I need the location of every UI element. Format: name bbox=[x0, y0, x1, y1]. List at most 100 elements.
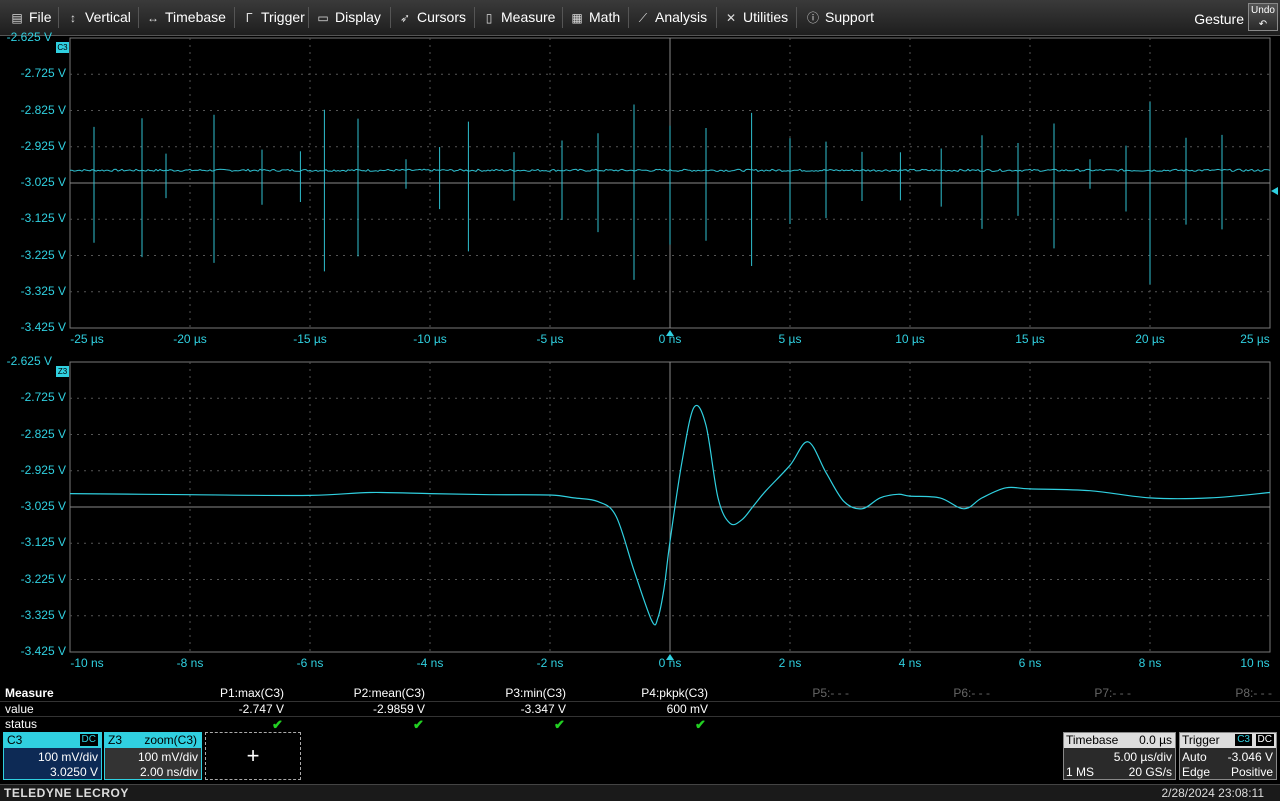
x-tick-label: -15 µs bbox=[293, 332, 327, 346]
status-ok-icon: ✔ bbox=[695, 717, 706, 732]
y-tick-label: -3.025 V bbox=[20, 175, 66, 189]
measure-value-label: value bbox=[5, 702, 34, 716]
measure-table: Measure P1:max(C3) P2:mean(C3) P3:min(C3… bbox=[0, 686, 1280, 732]
x-tick-label: -6 ns bbox=[296, 656, 324, 670]
descriptor-z3-source: zoom(C3) bbox=[144, 733, 197, 747]
measure-value-2: -2.9859 V bbox=[372, 702, 425, 716]
x-tick-label: 4 ns bbox=[898, 656, 922, 670]
y-tick-label: -2.925 V bbox=[20, 138, 66, 153]
measure-param-5[interactable]: P5:- - - bbox=[812, 686, 849, 701]
timebase-delay: 0.0 µs bbox=[1139, 733, 1172, 747]
trigger-type: Edge bbox=[1182, 765, 1211, 779]
timebase-points: 1 MS bbox=[1066, 765, 1095, 779]
trace-c3-spikes bbox=[93, 101, 1223, 285]
x-tick-label: 25 µs bbox=[1240, 332, 1270, 346]
y-tick-label: -2.725 V bbox=[20, 390, 66, 405]
y-tick-label: -2.825 V bbox=[20, 102, 66, 117]
x-tick-label: 8 ns bbox=[1138, 656, 1162, 670]
y-tick-label: -3.125 V bbox=[20, 211, 66, 226]
measure-status-row: status ✔ ✔ ✔ ✔ bbox=[0, 716, 1280, 732]
brand-logo: TELEDYNE LECROY bbox=[4, 786, 129, 800]
waveform-display[interactable] bbox=[0, 0, 1280, 800]
trigger-mode: Auto bbox=[1182, 750, 1207, 764]
timebase-descriptor[interactable]: Timebase 0.0 µs 5.00 µs/div 1 MS 20 GS/s bbox=[1063, 732, 1176, 780]
x-tick-label: 6 ns bbox=[1018, 656, 1042, 670]
measure-param-3[interactable]: P3:min(C3) bbox=[505, 686, 566, 701]
x-tick-label: -5 µs bbox=[536, 332, 564, 346]
x-tick-label: -25 µs bbox=[70, 332, 104, 346]
descriptor-z3-vdiv: 100 mV/div bbox=[137, 750, 198, 764]
trigger-level: -3.046 V bbox=[1227, 750, 1273, 764]
descriptor-c3-header: C3 DC bbox=[4, 733, 101, 748]
x-tick-label: -20 µs bbox=[173, 332, 207, 346]
trigger-descriptor[interactable]: Trigger C3 DC Auto -3.046 V Edge Positiv… bbox=[1179, 732, 1277, 780]
descriptor-c3-offset: 3.0250 V bbox=[49, 765, 98, 779]
x-tick-label: -10 ns bbox=[70, 656, 104, 670]
timebase-tdiv: 5.00 µs/div bbox=[1113, 750, 1172, 764]
measure-title: Measure bbox=[5, 686, 54, 700]
x-tick-label: 15 µs bbox=[1015, 332, 1045, 346]
trigger-level-marker[interactable] bbox=[1271, 187, 1278, 195]
descriptor-c3-coupling: DC bbox=[79, 734, 98, 746]
measure-header-row: Measure P1:max(C3) P2:mean(C3) P3:min(C3… bbox=[0, 686, 1280, 701]
descriptor-z3-name: Z3 bbox=[108, 733, 123, 747]
measure-param-7[interactable]: P7:- - - bbox=[1094, 686, 1131, 701]
measure-param-2[interactable]: P2:mean(C3) bbox=[354, 686, 425, 701]
timebase-acq-row: 1 MS 20 GS/s bbox=[1064, 765, 1175, 780]
x-tick-label: 10 ns bbox=[1240, 656, 1270, 670]
measure-value-1: -2.747 V bbox=[238, 702, 284, 716]
trigger-slope: Positive bbox=[1230, 765, 1273, 779]
measure-value-3: -3.347 V bbox=[520, 702, 566, 716]
x-tick-label: 10 µs bbox=[895, 332, 925, 346]
y-tick-label: -2.625 V bbox=[6, 30, 52, 44]
measure-param-8[interactable]: P8:- - - bbox=[1235, 686, 1272, 701]
descriptor-c3-name: C3 bbox=[7, 733, 23, 747]
y-tick-label: -3.225 V bbox=[20, 247, 66, 262]
status-ok-icon: ✔ bbox=[413, 717, 424, 732]
status-ok-icon: ✔ bbox=[272, 717, 283, 732]
y-tick-label: -3.425 V bbox=[20, 644, 66, 658]
measure-param-6[interactable]: P6:- - - bbox=[953, 686, 990, 701]
y-tick-label: -3.125 V bbox=[20, 535, 66, 550]
y-tick-label: -3.225 V bbox=[20, 571, 66, 586]
trigger-title: Trigger bbox=[1182, 733, 1220, 747]
descriptor-z3-header: Z3 zoom(C3) bbox=[105, 733, 201, 748]
measure-value-row: value -2.747 V -2.9859 V -3.347 V 600 mV bbox=[0, 701, 1280, 717]
measure-param-4[interactable]: P4:pkpk(C3) bbox=[641, 686, 708, 701]
y-tick-label: -2.625 V bbox=[6, 354, 52, 368]
descriptor-c3-vdiv: 100 mV/div bbox=[37, 750, 98, 764]
timebase-header: Timebase 0.0 µs bbox=[1064, 733, 1175, 748]
channel-tag-z3[interactable]: Z3 bbox=[56, 366, 69, 377]
y-tick-label: -3.025 V bbox=[20, 499, 66, 513]
timebase-title: Timebase bbox=[1066, 733, 1119, 747]
trigger-coupling: DC bbox=[1255, 734, 1274, 746]
descriptor-z3[interactable]: Z3 zoom(C3) 100 mV/div 2.00 ns/div bbox=[104, 732, 202, 780]
measure-param-1[interactable]: P1:max(C3) bbox=[220, 686, 284, 701]
x-tick-label: -4 ns bbox=[416, 656, 444, 670]
status-footer: TELEDYNE LECROY 2/28/2024 23:08:11 bbox=[0, 784, 1280, 801]
channel-tag-c3[interactable]: C3 bbox=[56, 42, 69, 53]
plus-icon: + bbox=[246, 743, 260, 768]
trigger-header: Trigger C3 DC bbox=[1180, 733, 1276, 748]
x-tick-label: 0 ns bbox=[658, 656, 682, 670]
x-tick-label: 2 ns bbox=[778, 656, 802, 670]
y-tick-label: -3.425 V bbox=[20, 320, 66, 334]
x-tick-label: -10 µs bbox=[413, 332, 447, 346]
grid-z3 bbox=[69, 361, 1271, 653]
trigger-source: C3 bbox=[1235, 734, 1252, 746]
descriptor-c3[interactable]: C3 DC 100 mV/div 3.0250 V bbox=[3, 732, 102, 780]
timebase-rate: 20 GS/s bbox=[1128, 765, 1172, 779]
x-tick-label: 0 ns bbox=[658, 332, 682, 346]
y-tick-label: -3.325 V bbox=[20, 607, 66, 622]
y-tick-label: -2.925 V bbox=[20, 462, 66, 477]
status-ok-icon: ✔ bbox=[554, 717, 565, 732]
x-tick-label: 20 µs bbox=[1135, 332, 1165, 346]
datetime: 2/28/2024 23:08:11 bbox=[1161, 786, 1264, 800]
y-tick-label: -3.325 V bbox=[20, 283, 66, 298]
add-trace-button[interactable]: + bbox=[205, 732, 301, 780]
descriptor-z3-tdiv: 2.00 ns/div bbox=[139, 765, 198, 779]
x-tick-label: 5 µs bbox=[778, 332, 802, 346]
trigger-row-2: Edge Positive bbox=[1180, 765, 1276, 780]
trigger-row-1: Auto -3.046 V bbox=[1180, 750, 1276, 765]
x-tick-label: -8 ns bbox=[176, 656, 204, 670]
